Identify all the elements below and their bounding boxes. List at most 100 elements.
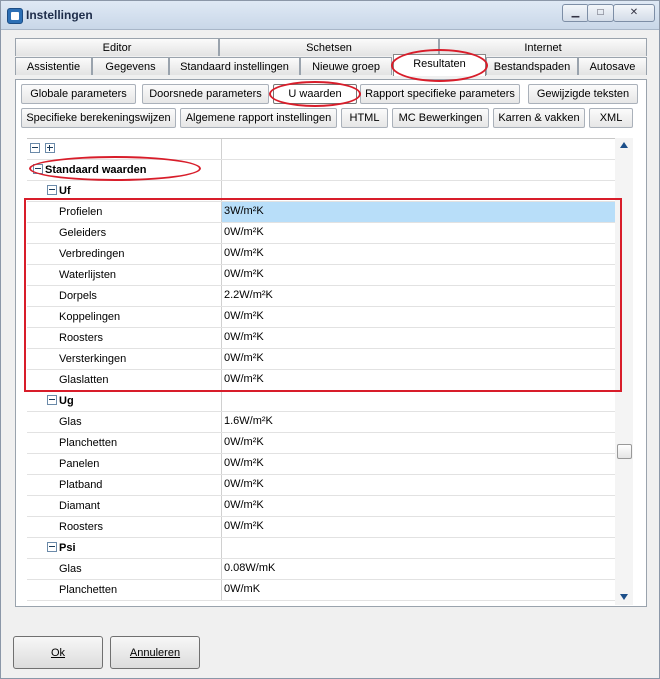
cancel-button[interactable]: Annuleren bbox=[110, 636, 200, 669]
section-standaard-waarden[interactable]: Standaard waarden bbox=[27, 160, 617, 181]
subtab-doorsnede-parameters[interactable]: Doorsnede parameters bbox=[142, 84, 269, 104]
maximize-button[interactable]: □ bbox=[587, 4, 614, 22]
table-row[interactable]: Panelen 0W/m²K bbox=[27, 454, 617, 475]
collapse-icon[interactable] bbox=[47, 185, 57, 195]
ok-label: Ok bbox=[50, 647, 66, 659]
table-row[interactable]: Roosters 0W/m²K bbox=[27, 328, 617, 349]
property-name: Diamant bbox=[59, 500, 100, 512]
subtab-specifieke-berekeningswijzen[interactable]: Specifieke berekeningswijzen bbox=[21, 108, 176, 128]
collapse-all-icon[interactable] bbox=[30, 143, 40, 153]
table-row[interactable]: Dorpels 2.2W/m²K bbox=[27, 286, 617, 307]
app-icon bbox=[7, 8, 23, 24]
property-value[interactable]: 0W/m²K bbox=[221, 307, 617, 327]
property-grid: Standaard waarden Uf Profielen 3W/m²K Gel… bbox=[27, 138, 617, 606]
collapse-icon[interactable] bbox=[47, 542, 57, 552]
group-label: Uf bbox=[59, 185, 71, 197]
collapse-icon[interactable] bbox=[33, 164, 43, 174]
property-value[interactable]: 0W/m²K bbox=[221, 454, 617, 474]
subtab-globale-parameters[interactable]: Globale parameters bbox=[21, 84, 136, 104]
group-ug[interactable]: Ug bbox=[27, 391, 617, 412]
property-value[interactable]: 0.08W/mK bbox=[221, 559, 617, 579]
property-name: Waterlijsten bbox=[59, 269, 117, 281]
property-value[interactable]: 0W/m²K bbox=[221, 517, 617, 537]
group-label: Psi bbox=[59, 542, 76, 554]
property-name: Panelen bbox=[59, 458, 100, 470]
property-name: Planchetten bbox=[59, 437, 118, 449]
scroll-down-icon[interactable] bbox=[620, 594, 628, 600]
tab-resultaten[interactable]: Resultaten bbox=[393, 54, 486, 76]
table-row[interactable]: Versterkingen 0W/m²K bbox=[27, 349, 617, 370]
property-value[interactable]: 0W/m²K bbox=[221, 370, 617, 390]
property-name: Glaslatten bbox=[59, 374, 109, 386]
property-value[interactable]: 3W/m²K bbox=[221, 202, 617, 222]
property-name: Roosters bbox=[59, 332, 104, 344]
property-value[interactable]: 0W/m²K bbox=[221, 349, 617, 369]
subtab-algemene-rapport-instellingen[interactable]: Algemene rapport instellingen bbox=[180, 108, 337, 128]
tab-autosave[interactable]: Autosave bbox=[578, 57, 647, 75]
table-row[interactable]: Koppelingen 0W/m²K bbox=[27, 307, 617, 328]
table-row[interactable]: Profielen 3W/m²K bbox=[27, 202, 617, 223]
property-value[interactable]: 0W/mK bbox=[221, 580, 617, 600]
property-name: Profielen bbox=[59, 206, 103, 218]
tab-nieuwe-groep[interactable]: Nieuwe groep bbox=[300, 57, 392, 75]
ok-button[interactable]: Ok bbox=[13, 636, 103, 669]
property-value[interactable]: 0W/m²K bbox=[221, 328, 617, 348]
tab-gegevens[interactable]: Gegevens bbox=[92, 57, 169, 75]
group-label: Ug bbox=[59, 395, 74, 407]
subtab-mc-bewerkingen[interactable]: MC Bewerkingen bbox=[392, 108, 489, 128]
subtab-html[interactable]: HTML bbox=[341, 108, 388, 128]
scroll-thumb[interactable] bbox=[617, 444, 632, 459]
property-value[interactable]: 1.6W/m²K bbox=[221, 412, 617, 432]
property-name: Dorpels bbox=[59, 290, 97, 302]
property-name: Versterkingen bbox=[59, 353, 127, 365]
table-row[interactable]: Glas 0.08W/mK bbox=[27, 559, 617, 580]
subtab-xml[interactable]: XML bbox=[589, 108, 633, 128]
group-uf[interactable]: Uf bbox=[27, 181, 617, 202]
table-row[interactable]: Platband 0W/m²K bbox=[27, 475, 617, 496]
table-row[interactable]: Waterlijsten 0W/m²K bbox=[27, 265, 617, 286]
table-row[interactable]: Planchetten 0W/mK bbox=[27, 580, 617, 601]
subtab-gewijzigde-teksten[interactable]: Gewijzigde teksten bbox=[528, 84, 638, 104]
subtab-rapport-specifieke-parameters[interactable]: Rapport specifieke parameters bbox=[360, 84, 520, 104]
settings-window: Instellingen ▁ □ ✕ Editor Schetsen Inter… bbox=[0, 0, 660, 679]
tab-bestandspaden[interactable]: Bestandspaden bbox=[486, 57, 578, 75]
collapse-icon[interactable] bbox=[47, 395, 57, 405]
table-row[interactable]: Diamant 0W/m²K bbox=[27, 496, 617, 517]
property-value[interactable]: 0W/m²K bbox=[221, 244, 617, 264]
table-row[interactable]: Planchetten 0W/m²K bbox=[27, 433, 617, 454]
property-name: Geleiders bbox=[59, 227, 107, 239]
table-row[interactable]: Glaslatten 0W/m²K bbox=[27, 370, 617, 391]
property-name: Platband bbox=[59, 479, 103, 491]
window-title: Instellingen bbox=[26, 8, 93, 22]
property-name: Planchetten bbox=[59, 584, 118, 596]
table-row[interactable]: Roosters 0W/m²K bbox=[27, 517, 617, 538]
group-psi[interactable]: Psi bbox=[27, 538, 617, 559]
section-label: Standaard waarden bbox=[45, 164, 147, 176]
vertical-scrollbar[interactable] bbox=[615, 138, 633, 605]
tab-row-top: Editor Schetsen Internet bbox=[15, 38, 647, 57]
property-name: Roosters bbox=[59, 521, 104, 533]
property-value[interactable]: 0W/m²K bbox=[221, 475, 617, 495]
tab-editor[interactable]: Editor bbox=[15, 38, 219, 56]
subtab-karren-vakken[interactable]: Karren & vakken bbox=[493, 108, 585, 128]
table-row[interactable]: Verbredingen 0W/m²K bbox=[27, 244, 617, 265]
tab-standaard-instellingen[interactable]: Standaard instellingen bbox=[169, 57, 300, 75]
property-name: Glas bbox=[59, 416, 82, 428]
property-value[interactable]: 0W/m²K bbox=[221, 265, 617, 285]
scroll-up-icon[interactable] bbox=[620, 142, 628, 148]
close-button[interactable]: ✕ bbox=[613, 4, 655, 22]
table-row[interactable]: Glas 1.6W/m²K bbox=[27, 412, 617, 433]
table-row[interactable]: Geleiders 0W/m²K bbox=[27, 223, 617, 244]
tab-assistentie[interactable]: Assistentie bbox=[15, 57, 92, 75]
property-name: Verbredingen bbox=[59, 248, 125, 260]
property-name: Glas bbox=[59, 563, 82, 575]
property-value[interactable]: 2.2W/m²K bbox=[221, 286, 617, 306]
expand-all-icon[interactable] bbox=[45, 143, 56, 153]
subtab-u-waarden[interactable]: U waarden bbox=[273, 84, 357, 104]
property-value[interactable]: 0W/m²K bbox=[221, 496, 617, 516]
title-bar: Instellingen ▁ □ ✕ bbox=[1, 1, 659, 30]
property-value[interactable]: 0W/m²K bbox=[221, 223, 617, 243]
property-value[interactable]: 0W/m²K bbox=[221, 433, 617, 453]
grid-toolbar-row bbox=[27, 139, 617, 160]
minimize-button[interactable]: ▁ bbox=[562, 4, 589, 22]
